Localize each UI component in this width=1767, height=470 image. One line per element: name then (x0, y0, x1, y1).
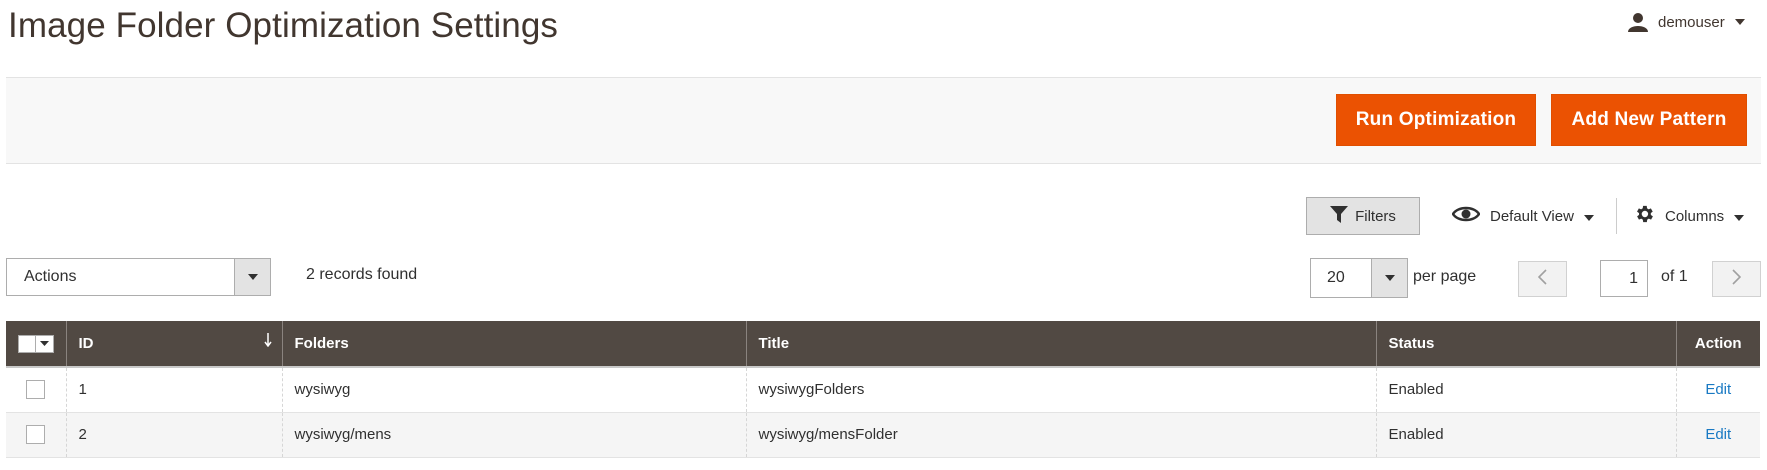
page: Image Folder Optimization Settings demou… (0, 0, 1767, 470)
per-page-value: 20 (1327, 269, 1345, 286)
table-row: 2 wysiwyg/mens wysiwyg/mensFolder Enable… (6, 412, 1760, 458)
cell-status: Enabled (1375, 412, 1676, 458)
gear-icon (1633, 203, 1655, 229)
edit-link[interactable]: Edit (1705, 381, 1731, 398)
cell-title: wysiwyg/mensFolder (745, 412, 1376, 458)
chevron-down-icon (36, 341, 53, 347)
filter-icon (1330, 205, 1349, 227)
column-header-title[interactable]: Title (745, 321, 1376, 367)
column-header-id[interactable]: ID (65, 321, 282, 367)
cell-folders: wysiwyg (281, 366, 746, 413)
mass-select-checkbox[interactable] (18, 334, 54, 353)
chevron-down-icon (1371, 259, 1407, 297)
cell-title: wysiwygFolders (745, 366, 1376, 413)
row-checkbox[interactable] (26, 425, 46, 444)
column-header-action: Action (1675, 321, 1760, 367)
chevron-left-icon (1537, 268, 1547, 290)
user-menu[interactable]: demouser (1628, 10, 1745, 34)
next-page-button[interactable] (1712, 261, 1761, 297)
records-found: 2 records found (306, 266, 418, 283)
page-title: Image Folder Optimization Settings (8, 6, 559, 45)
filters-button[interactable]: Filters (1306, 197, 1420, 235)
cell-action: Edit (1675, 412, 1760, 458)
row-select-cell (6, 412, 66, 458)
cell-id: 2 (65, 412, 282, 458)
arrow-down-icon (263, 333, 272, 351)
data-grid: ID Folders Title Status Action 1 wysiwyg… (6, 321, 1760, 458)
user-name: demouser (1658, 13, 1725, 31)
table-header-row: ID Folders Title Status Action (6, 321, 1760, 367)
current-page-input[interactable]: 1 (1600, 260, 1648, 297)
chevron-right-icon (1732, 268, 1742, 290)
eye-icon (1451, 205, 1481, 227)
default-view-label: Default View (1490, 207, 1574, 225)
chevron-down-icon (1583, 208, 1594, 225)
add-new-pattern-button[interactable]: Add New Pattern (1551, 94, 1747, 146)
cell-status: Enabled (1375, 366, 1676, 413)
column-header-status[interactable]: Status (1375, 321, 1676, 367)
column-header-folders[interactable]: Folders (281, 321, 746, 367)
row-checkbox[interactable] (26, 380, 46, 400)
columns-control[interactable]: Columns (1633, 203, 1745, 229)
row-select-cell (6, 366, 66, 413)
chevron-down-icon (1734, 19, 1745, 25)
mass-select-header (6, 321, 66, 367)
chevron-down-icon (1734, 208, 1745, 225)
cell-folders: wysiwyg/mens (281, 412, 746, 458)
total-pages: of 1 (1661, 268, 1688, 285)
cell-id: 1 (65, 366, 282, 413)
user-icon (1628, 12, 1648, 32)
chevron-down-icon (234, 259, 270, 295)
controls-divider (1616, 198, 1617, 234)
run-optimization-button[interactable]: Run Optimization (1336, 94, 1536, 146)
per-page-select[interactable]: 20 (1310, 258, 1408, 298)
per-page-label: per page (1413, 268, 1477, 285)
previous-page-button[interactable] (1518, 261, 1567, 297)
cell-action: Edit (1675, 366, 1760, 413)
columns-label: Columns (1665, 207, 1725, 225)
edit-link[interactable]: Edit (1705, 426, 1731, 443)
mass-actions-label: Actions (24, 268, 77, 285)
filters-label: Filters (1355, 207, 1396, 225)
mass-actions-select[interactable]: Actions (6, 258, 271, 296)
table-row: 1 wysiwyg wysiwygFolders Enabled Edit (6, 366, 1760, 413)
view-switcher[interactable]: Default View (1451, 203, 1594, 229)
